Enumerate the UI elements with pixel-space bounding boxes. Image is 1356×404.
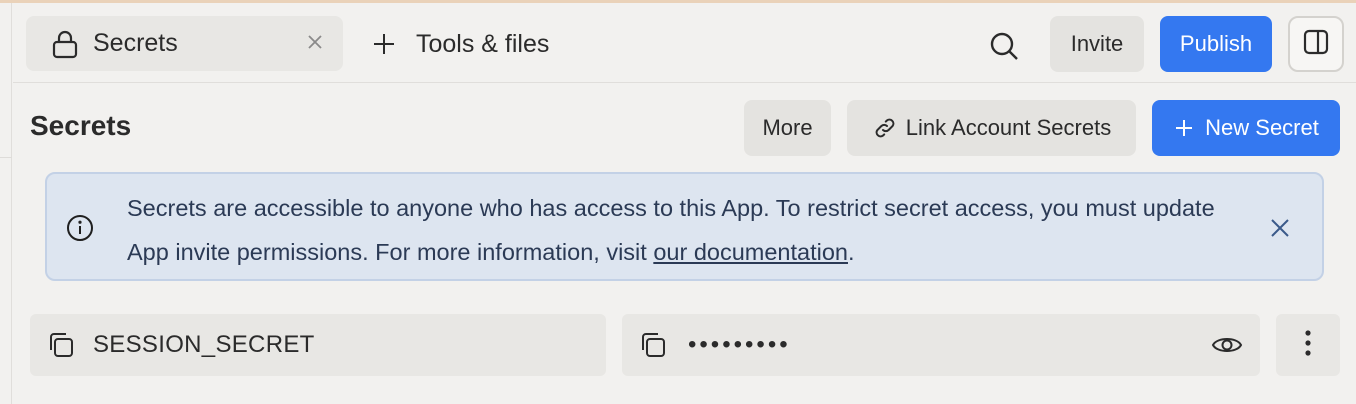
link-icon (872, 115, 898, 141)
add-tab-label: Tools & files (416, 29, 550, 58)
link-account-secrets-label: Link Account Secrets (905, 115, 1112, 140)
new-secret-label: New Secret (1205, 115, 1319, 140)
search-icon[interactable] (985, 27, 1023, 65)
secret-key-field[interactable]: SESSION_SECRET (30, 314, 606, 376)
invite-button[interactable]: Invite (1050, 16, 1144, 72)
new-secret-button[interactable]: New Secret (1152, 100, 1340, 156)
copy-icon[interactable] (636, 328, 670, 362)
publish-button[interactable]: Publish (1160, 16, 1272, 72)
info-banner: Secrets are accessible to anyone who has… (45, 172, 1324, 281)
banner-suffix: . (847, 239, 855, 265)
toggle-panel-button[interactable] (1288, 16, 1344, 72)
gutter-divider (0, 157, 12, 158)
tab-label: Secrets (93, 29, 178, 57)
more-button[interactable]: More (744, 100, 831, 156)
secret-key: SESSION_SECRET (93, 331, 315, 358)
close-tab-icon[interactable] (303, 30, 327, 54)
tab-secrets[interactable]: Secrets (26, 16, 343, 71)
lock-icon (50, 29, 80, 59)
plus-icon (1173, 117, 1195, 139)
copy-icon[interactable] (44, 328, 78, 362)
close-banner-icon[interactable] (1268, 216, 1292, 240)
documentation-link[interactable]: our documentation (653, 239, 848, 265)
kebab-menu-icon (1304, 329, 1312, 362)
sidebar-panel-icon (1303, 29, 1329, 60)
link-account-secrets-button[interactable]: Link Account Secrets (847, 100, 1136, 156)
plus-icon (370, 30, 398, 58)
banner-message: Secrets are accessible to anyone who has… (127, 186, 1247, 274)
add-tools-files-button[interactable]: Tools & files (370, 19, 549, 69)
tab-bar: Secrets Tools & files Invite Publish (13, 3, 1356, 83)
page-title: Secrets (30, 110, 132, 141)
secret-value-field[interactable]: ••••••••• (622, 314, 1260, 376)
secret-actions-button[interactable] (1276, 314, 1340, 376)
info-icon (65, 213, 95, 243)
left-gutter (0, 3, 12, 404)
eye-icon[interactable] (1210, 330, 1244, 360)
secret-masked-value: ••••••••• (688, 331, 791, 358)
